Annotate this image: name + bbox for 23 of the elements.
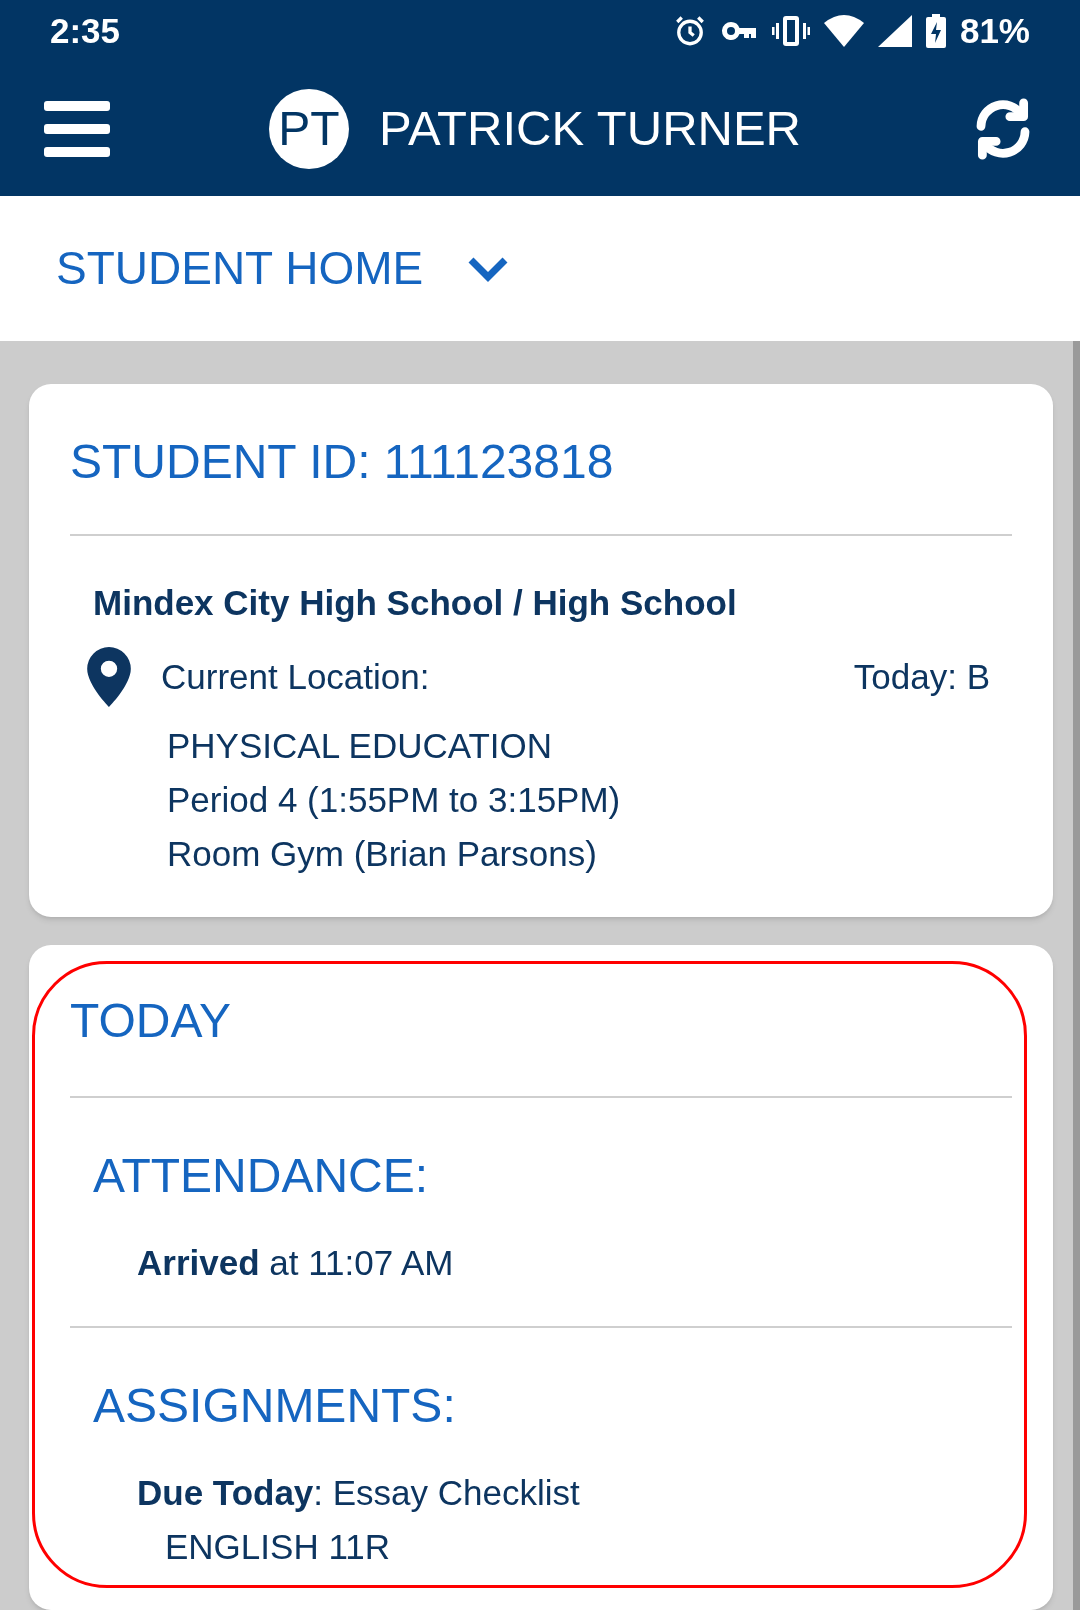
vibrate-icon xyxy=(771,13,810,48)
menu-button[interactable] xyxy=(44,101,110,158)
location-detail: Period 4 (1:55PM to 3:15PM) xyxy=(167,779,622,821)
location-detail: Room Gym (Brian Parsons) xyxy=(167,833,598,875)
status-time: 2:35 xyxy=(50,9,121,52)
battery-icon xyxy=(925,13,946,48)
card-title: STUDENT ID: 111123818 xyxy=(70,434,614,490)
card-title: TODAY xyxy=(70,992,231,1049)
section-heading: ATTENDANCE: xyxy=(93,1148,430,1204)
location-label: Current Location: xyxy=(161,656,430,698)
avatar: PT xyxy=(269,89,349,170)
student-name: PATRICK TURNER xyxy=(379,100,801,158)
day-label: Today: B xyxy=(853,656,990,698)
school-name: Mindex City High School / High School xyxy=(93,582,738,624)
battery-percent: 81% xyxy=(959,9,1030,52)
wifi-icon xyxy=(823,14,864,47)
entry-text: Arrived at 11:07 AM xyxy=(137,1242,455,1284)
section-heading: ASSIGNMENTS: xyxy=(93,1378,457,1434)
entry-text: Due Today: Essay Checklist xyxy=(137,1472,581,1514)
location-pin-icon xyxy=(87,647,131,707)
signal-icon xyxy=(877,14,912,47)
location-detail: PHYSICAL EDUCATION xyxy=(167,725,554,767)
course-name: ENGLISH 11R xyxy=(165,1526,391,1568)
